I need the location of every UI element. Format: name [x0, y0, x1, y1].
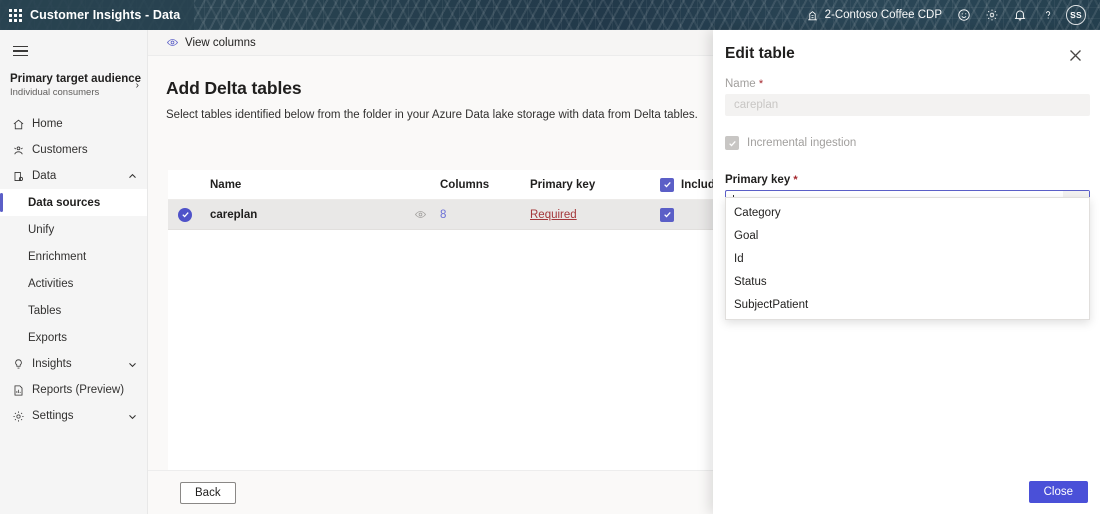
sidebar-item-home[interactable]: Home — [0, 111, 147, 137]
gear-icon[interactable] — [978, 0, 1006, 30]
incremental-ingestion-label: Incremental ingestion — [747, 137, 857, 149]
dropdown-option-id[interactable]: Id — [726, 247, 1089, 270]
hamburger-menu-icon[interactable] — [0, 34, 40, 68]
sidebar-item-settings[interactable]: Settings — [0, 403, 147, 429]
lightbulb-icon — [12, 358, 32, 371]
sidebar-item-data-sources[interactable]: Data sources — [0, 189, 147, 216]
view-columns-button[interactable]: View columns — [162, 34, 260, 51]
sidebar-item-label: Exports — [28, 331, 67, 344]
question-help-icon[interactable] — [1034, 0, 1062, 30]
eye-icon — [166, 36, 179, 49]
panel-header: Edit table — [713, 30, 1100, 66]
audience-subtitle: Individual consumers — [10, 87, 100, 98]
row-include-checkbox[interactable] — [660, 207, 674, 222]
close-icon[interactable] — [1062, 44, 1088, 66]
app-title: Customer Insights - Data — [30, 8, 181, 22]
dropdown-option-goal[interactable]: Goal — [726, 224, 1089, 247]
sidebar-item-label: Tables — [28, 304, 62, 317]
environment-name: 2-Contoso Coffee CDP — [824, 9, 942, 21]
sidebar-item-label: Insights — [32, 358, 72, 370]
header-actions: 2-Contoso Coffee CDP SS — [798, 0, 1100, 30]
application-root: Customer Insights - Data 2-Contoso Coffe… — [0, 0, 1100, 514]
chevron-right-icon: › — [135, 80, 139, 91]
sidebar-item-label: Data — [32, 170, 57, 182]
sidebar-item-reports[interactable]: Reports (Preview) — [0, 377, 147, 403]
edit-table-panel: Edit table Name * careplan Incremental i… — [713, 30, 1100, 514]
columns-count-link[interactable]: 8 — [440, 209, 446, 221]
name-field-label: Name * — [725, 78, 1088, 90]
header-brand-group: Customer Insights - Data — [0, 0, 195, 30]
sidebar-item-data[interactable]: Data — [0, 163, 147, 189]
row-select-cell[interactable] — [178, 207, 210, 222]
sidebar-item-exports[interactable]: Exports — [0, 324, 147, 351]
row-preview-eye-icon[interactable] — [400, 208, 440, 221]
row-primary-key: Required — [530, 209, 660, 221]
sidebar-item-label: Reports (Preview) — [32, 384, 125, 396]
sidebar-item-enrichment[interactable]: Enrichment — [0, 243, 147, 270]
customers-icon — [12, 144, 32, 157]
sidebar-item-label: Activities — [28, 277, 74, 290]
dropdown-option-category[interactable]: Category — [726, 201, 1089, 224]
primary-key-label: Primary key * — [725, 174, 1088, 186]
column-header-primary-key: Primary key — [530, 178, 596, 191]
incremental-ingestion-row: Incremental ingestion — [725, 136, 1088, 150]
sidebar-item-label: Home — [32, 118, 63, 130]
sidebar-item-insights[interactable]: Insights — [0, 351, 147, 377]
sidebar-item-label: Data sources — [28, 196, 101, 209]
sidebar-item-label: Unify — [28, 223, 55, 236]
column-header-name: Name — [210, 178, 242, 191]
sidebar-item-label: Customers — [32, 144, 88, 156]
environment-icon — [806, 9, 819, 22]
smiley-feedback-icon[interactable] — [950, 0, 978, 30]
chevron-down-icon[interactable] — [128, 412, 147, 421]
environment-selector[interactable]: 2-Contoso Coffee CDP — [798, 0, 950, 30]
sidebar-item-tables[interactable]: Tables — [0, 297, 147, 324]
chevron-down-icon[interactable] — [128, 360, 147, 369]
chevron-up-icon[interactable] — [128, 172, 147, 181]
name-input: careplan — [725, 94, 1090, 116]
include-all-checkbox[interactable] — [660, 177, 674, 192]
app-header: Customer Insights - Data 2-Contoso Coffe… — [0, 0, 1100, 30]
required-marker: * — [793, 174, 798, 186]
bell-icon[interactable] — [1006, 0, 1034, 30]
panel-title: Edit table — [725, 45, 795, 62]
dropdown-option-status[interactable]: Status — [726, 270, 1089, 293]
row-name: careplan — [210, 208, 258, 221]
audience-title: Primary target audience — [10, 73, 142, 85]
incremental-ingestion-checkbox — [725, 136, 739, 150]
sidebar-item-label: Settings — [32, 410, 74, 422]
primary-key-field: Primary key * Category Goal Id Status Su… — [725, 174, 1090, 320]
primary-key-required-link[interactable]: Required — [530, 209, 577, 221]
view-columns-label: View columns — [185, 36, 256, 49]
app-launcher-icon[interactable] — [0, 0, 30, 30]
report-icon — [12, 384, 32, 397]
primary-key-label-text: Primary key — [725, 174, 791, 186]
name-label-text: Name — [725, 78, 756, 90]
panel-footer: Close — [713, 470, 1100, 514]
sidebar-item-unify[interactable]: Unify — [0, 216, 147, 243]
gear-icon — [12, 410, 32, 423]
data-icon — [12, 170, 32, 183]
dropdown-option-subjectpatient[interactable]: SubjectPatient — [726, 293, 1089, 316]
sidebar-nav: Home Customers Data Data sources Unify E… — [0, 109, 147, 429]
avatar[interactable]: SS — [1066, 5, 1086, 25]
panel-body: Name * careplan Incremental ingestion Pr… — [713, 66, 1100, 470]
back-button[interactable]: Back — [180, 481, 236, 504]
close-button[interactable]: Close — [1028, 481, 1088, 503]
required-marker: * — [758, 78, 764, 90]
name-input-value: careplan — [734, 99, 779, 111]
sidebar-item-activities[interactable]: Activities — [0, 270, 147, 297]
audience-text: Primary target audience Individual consu… — [10, 72, 142, 99]
row-selected-check-icon[interactable] — [178, 207, 192, 222]
audience-selector[interactable]: Primary target audience Individual consu… — [0, 68, 147, 109]
sidebar-item-label: Enrichment — [28, 250, 87, 263]
primary-key-dropdown: Category Goal Id Status SubjectPatient — [725, 197, 1090, 320]
column-header-columns: Columns — [440, 178, 490, 191]
home-icon — [12, 118, 32, 131]
sidebar-item-customers[interactable]: Customers — [0, 137, 147, 163]
row-columns-count: 8 — [440, 209, 530, 221]
sidebar: Primary target audience Individual consu… — [0, 30, 148, 514]
